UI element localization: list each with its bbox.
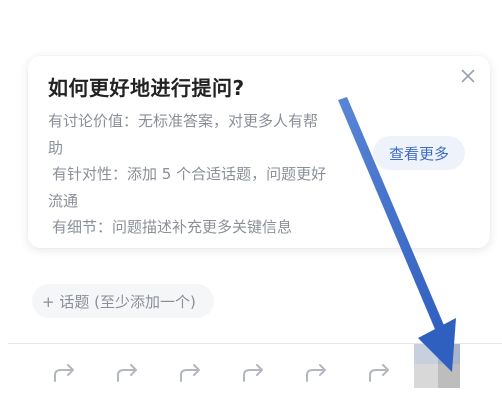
- tip-line-relevance: 有针对性：添加 5 个合适话题，问题更好: [52, 165, 327, 183]
- share-arrow-icon[interactable]: [241, 362, 267, 384]
- see-more-button[interactable]: 查看更多: [373, 136, 465, 170]
- close-icon: [461, 69, 475, 83]
- share-arrow-icon[interactable]: [367, 362, 393, 384]
- share-arrow-icon[interactable]: [178, 362, 204, 384]
- tip-line-value-cont: 助: [48, 138, 64, 157]
- add-topic-label: + 话题 (至少添加一个): [42, 292, 196, 311]
- add-topic-button[interactable]: + 话题 (至少添加一个): [32, 284, 214, 318]
- tips-content: 有讨论价值：无标准答案，对更多人有帮 助 有针对性：添加 5 个合适话题，问题更…: [48, 108, 358, 241]
- tip-line-relevance-cont: 流通: [48, 191, 79, 210]
- pixelated-mosaic: [414, 344, 464, 392]
- tip-line-value: 有讨论价值：无标准答案，对更多人有帮: [48, 112, 319, 130]
- question-tips-card: 如何更好地进行提问? 有讨论价值：无标准答案，对更多人有帮 助 有针对性：添加 …: [28, 56, 490, 248]
- share-arrow-icon[interactable]: [52, 362, 78, 384]
- share-arrow-icon[interactable]: [304, 362, 330, 384]
- top-blank-area: [0, 0, 502, 50]
- close-tips-button[interactable]: [458, 66, 478, 86]
- tip-line-detail: 有细节：问题描述补充更多关键信息: [52, 218, 293, 236]
- tips-title: 如何更好地进行提问?: [48, 76, 245, 100]
- share-arrow-icon[interactable]: [115, 362, 141, 384]
